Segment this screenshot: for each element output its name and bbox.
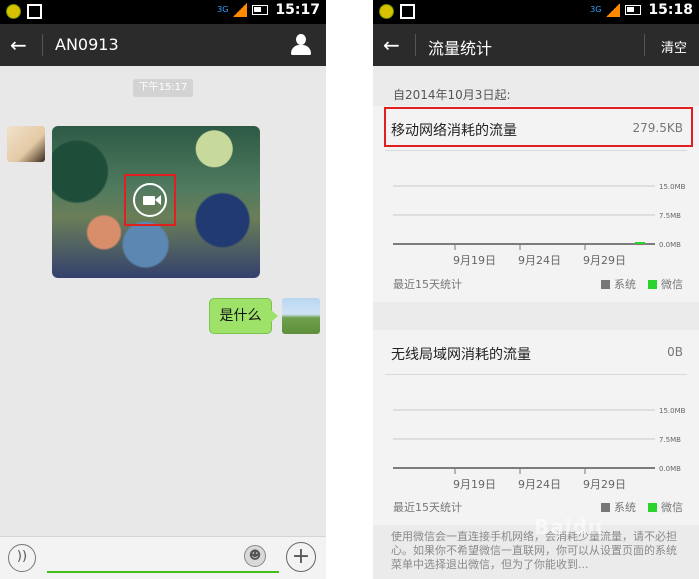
wifi-traffic-chart: 15.0MB 7.5MB 0.0MB 9月19日 9月24日 9月29日 [393,407,686,491]
chart-legend: 系统 微信 [601,276,683,292]
wechat-legend-swatch [648,502,657,512]
video-highlight-box [124,174,176,226]
header-divider [415,34,416,56]
y-tick-label: 15.0MB [659,183,686,191]
status-bar: 3G 15:18 [373,0,699,24]
contact-profile-icon[interactable] [290,34,312,56]
contact-avatar[interactable] [7,126,45,162]
y-tick-label: 7.5MB [659,436,681,444]
mobile-traffic-title: 移动网络消耗的流量 [391,123,517,139]
mobile-traffic-chart: 15.0MB 7.5MB 0.0MB 9月19日 9月24日 9月29日 [393,183,686,267]
system-legend-swatch [601,279,610,289]
signal-icon [233,3,248,17]
traffic-stats-screen: 3G 15:18 ← 流量统计 清空 自2014年10月3日起: 移动网络消耗的… [373,0,699,579]
chat-input-bar: )) ☻ + [0,536,326,579]
back-arrow-icon[interactable]: ← [10,33,27,57]
app-notification-icon [379,4,394,19]
network-type-label: 3G [590,5,602,14]
since-date-label: 自2014年10月3日起: [393,88,511,102]
watermark-logo: Bai​du [534,515,604,539]
chat-screen: 3G 15:17 ← AN0913 下午15:17 是什么 )) ☻ + [0,0,326,579]
wechat-legend-label: 微信 [661,501,683,514]
network-type-label: 3G [217,5,229,14]
emoji-button[interactable]: ☻ [244,545,266,567]
wechat-legend-label: 微信 [661,278,683,291]
card-divider [385,374,687,375]
clear-button[interactable]: 清空 [661,37,687,56]
wifi-traffic-title: 无线局域网消耗的流量 [391,347,531,363]
y-tick-label: 0.0MB [659,465,681,473]
y-tick-label: 15.0MB [659,407,686,415]
outgoing-message-bubble[interactable]: 是什么 [209,298,278,334]
header-divider [644,34,645,56]
status-bar: 3G 15:17 [0,0,326,24]
image-notification-icon [27,4,42,19]
y-tick-label: 7.5MB [659,212,681,220]
battery-icon [625,5,642,15]
chat-title: AN0913 [55,35,119,54]
x-tick-label: 9月24日 [518,254,561,267]
signal-icon [606,3,621,17]
wifi-footer-label: 最近15天统计 [393,501,462,514]
y-tick-label: 0.0MB [659,241,681,249]
message-timestamp: 下午15:17 [133,79,193,97]
page-title: 流量统计 [428,39,493,58]
mobile-traffic-card: 移动网络消耗的流量 279.5KB 15.0MB 7.5MB 0.0MB 9月19日 9… [373,106,699,302]
system-legend-label: 系统 [614,278,636,291]
voice-input-button[interactable]: )) [8,544,36,572]
video-message[interactable] [52,126,260,278]
x-tick-label: 9月19日 [453,478,496,491]
card-divider [385,150,687,151]
system-legend-swatch [601,502,610,512]
status-time: 15:18 [648,2,693,18]
x-tick-label: 9月19日 [453,254,496,267]
image-notification-icon [400,4,415,19]
more-options-button[interactable]: + [286,542,316,572]
app-notification-icon [6,4,21,19]
status-time: 15:17 [275,2,320,18]
system-legend-label: 系统 [614,501,636,514]
chart-legend: 系统 微信 [601,499,683,515]
chat-header: ← AN0913 [0,24,326,66]
stats-header: ← 流量统计 清空 [373,24,699,66]
wechat-bar [635,242,645,244]
x-tick-label: 9月29日 [583,478,626,491]
back-arrow-icon[interactable]: ← [383,33,400,57]
self-avatar[interactable] [282,298,320,334]
video-camera-icon[interactable] [133,183,167,217]
mobile-footer-label: 最近15天统计 [393,278,462,291]
wifi-traffic-card: 无线局域网消耗的流量 0B 15.0MB 7.5MB 0.0MB 9月19日 9月24日… [373,330,699,525]
x-tick-label: 9月24日 [518,478,561,491]
mobile-traffic-value: 279.5KB [632,121,683,135]
x-tick-label: 9月29日 [583,254,626,267]
wifi-traffic-value: 0B [667,345,683,359]
wechat-legend-swatch [648,279,657,289]
battery-icon [252,5,269,15]
header-divider [42,34,43,56]
